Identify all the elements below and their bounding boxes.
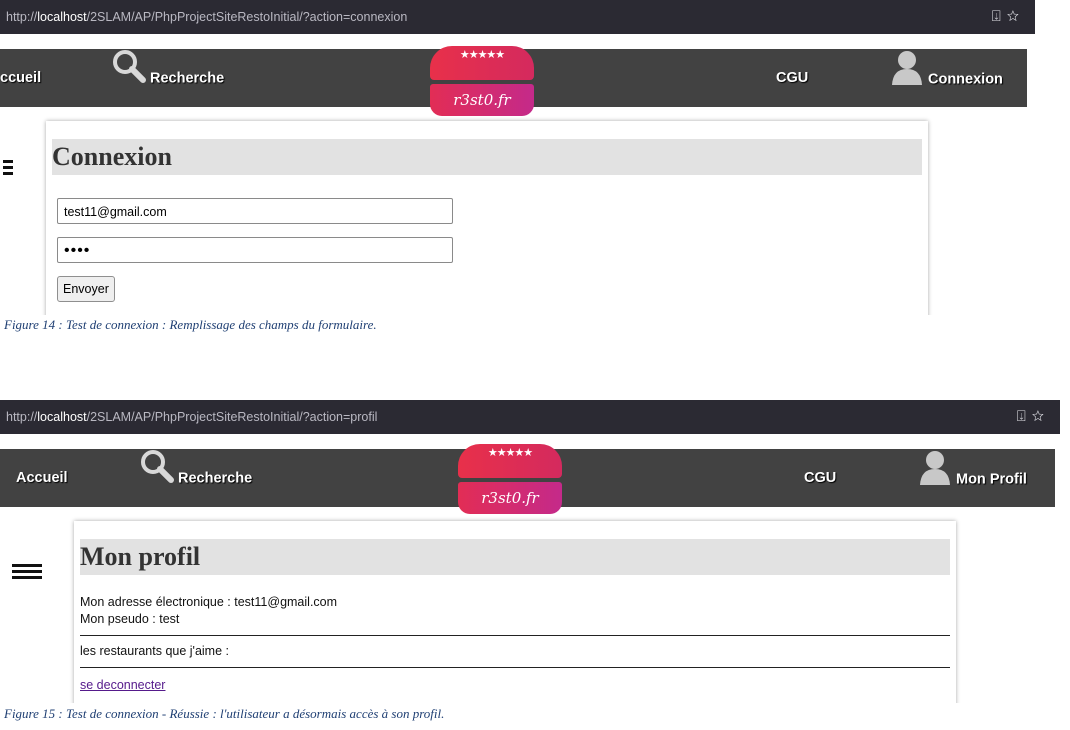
magnifier-icon <box>112 49 146 108</box>
figure-caption-14: Figure 14 : Test de connexion : Rempliss… <box>4 317 377 332</box>
url-text[interactable]: http://localhost/2SLAM/AP/PhpProjectSite… <box>6 400 377 434</box>
nav-search[interactable]: Recherche <box>140 449 252 507</box>
screenshot-connexion: http://localhost/2SLAM/AP/PhpProjectSite… <box>0 0 1035 315</box>
profile-email: Mon adresse électronique : test11@gmail.… <box>80 595 338 609</box>
figure-caption-15: Figure 15 : Test de connexion - Réussie … <box>4 706 445 721</box>
liked-restaurants-label: les restaurants que j'aime : <box>80 644 229 658</box>
hamburger-icon[interactable] <box>3 160 13 178</box>
nav-search[interactable]: Recherche <box>112 49 224 107</box>
profile-pseudo: Mon pseudo : test <box>80 612 180 626</box>
browser-url-bar[interactable]: http://localhost/2SLAM/AP/PhpProjectSite… <box>0 0 1035 34</box>
user-silhouette-icon <box>890 49 924 110</box>
page-title: Mon profil <box>80 539 950 575</box>
email-field[interactable]: test11@gmail.com <box>57 198 453 224</box>
nav-profil[interactable]: Mon Profil <box>918 449 1027 507</box>
nav-home[interactable]: ccueil <box>0 49 41 107</box>
browser-url-bar[interactable]: http://localhost/2SLAM/AP/PhpProjectSite… <box>0 400 1060 434</box>
divider <box>80 667 950 668</box>
site-logo[interactable]: ★★★★★ r3st0.fr <box>430 46 534 118</box>
nav-home[interactable]: Accueil <box>16 449 68 507</box>
download-icon[interactable]: ⍗ <box>1017 408 1032 425</box>
hamburger-icon[interactable] <box>12 564 42 582</box>
magnifier-icon <box>140 449 174 508</box>
login-card: Connexion test11@gmail.com •••• Envoyer <box>46 121 928 315</box>
submit-button[interactable]: Envoyer <box>57 276 115 302</box>
site-logo[interactable]: ★★★★★ r3st0.fr <box>458 444 562 516</box>
nav-connexion[interactable]: Connexion <box>890 49 1003 107</box>
download-icon[interactable]: ⍗ <box>992 8 1007 25</box>
logout-link[interactable]: se deconnecter <box>80 678 165 692</box>
page-title: Connexion <box>52 139 922 175</box>
url-text[interactable]: http://localhost/2SLAM/AP/PhpProjectSite… <box>6 0 407 34</box>
star-outline-icon[interactable]: ☆ <box>1007 8 1025 25</box>
password-field[interactable]: •••• <box>57 237 453 263</box>
nav-cgu[interactable]: CGU <box>804 449 836 507</box>
screenshot-profil: http://localhost/2SLAM/AP/PhpProjectSite… <box>0 400 1060 703</box>
divider <box>80 635 950 636</box>
star-outline-icon[interactable]: ☆ <box>1032 408 1050 425</box>
user-silhouette-icon <box>918 449 952 510</box>
profile-card: Mon profil Mon adresse électronique : te… <box>74 521 956 703</box>
nav-cgu[interactable]: CGU <box>776 49 808 107</box>
